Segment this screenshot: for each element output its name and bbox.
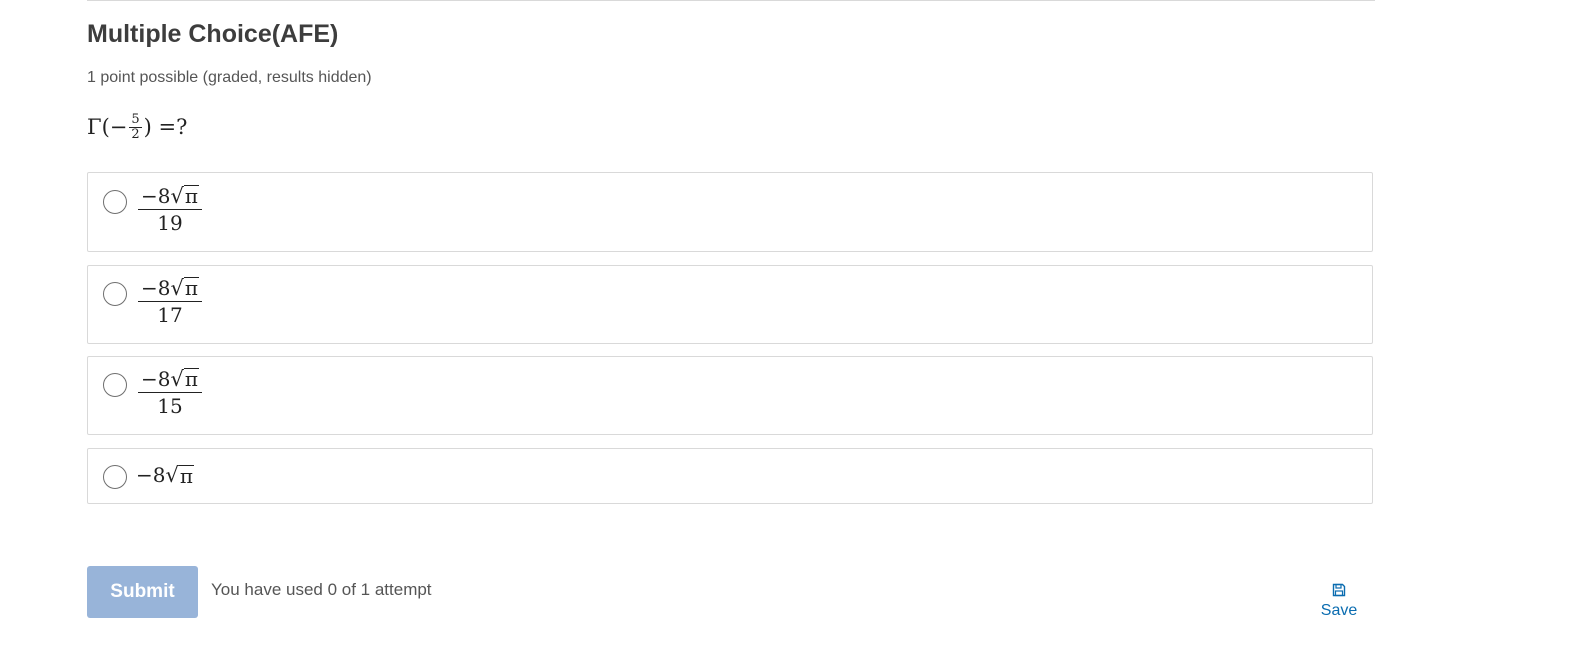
choice-coefficient: −8 xyxy=(141,367,171,391)
submit-button[interactable]: Submit xyxy=(87,566,198,618)
choice-option-1[interactable]: −8 √ π 19 xyxy=(87,172,1373,252)
choice-option-2[interactable]: −8 √ π 17 xyxy=(87,265,1373,344)
sqrt-icon: √ xyxy=(170,184,184,208)
choice-radicand: π xyxy=(183,367,200,392)
choice-label-3: −8 √ π 15 xyxy=(136,368,204,417)
choice-denominator: 17 xyxy=(157,303,183,328)
choice-label-2: −8 √ π 17 xyxy=(136,277,204,326)
question-fraction: 5 2 xyxy=(129,112,142,142)
choice-radicand: π xyxy=(178,464,195,488)
problem-title: Multiple Choice(AFE) xyxy=(87,20,339,48)
choice-label-1: −8 √ π 19 xyxy=(136,185,204,234)
question-fraction-numerator: 5 xyxy=(129,112,142,128)
question-text: Γ(− 5 2 ) =? xyxy=(87,113,187,141)
choice-option-4[interactable]: −8 √ π xyxy=(87,448,1373,504)
top-divider xyxy=(87,0,1375,1)
question-lhs: Γ(− xyxy=(87,115,128,140)
radio-button-3[interactable] xyxy=(103,373,127,397)
problem-subtitle: 1 point possible (graded, results hidden… xyxy=(87,69,372,86)
floppy-disk-icon xyxy=(1332,583,1346,597)
radio-button-4[interactable] xyxy=(103,465,127,489)
sqrt-icon: √ xyxy=(170,367,184,391)
choice-fraction-1: −8 √ π 19 xyxy=(138,184,203,236)
choice-radicand: π xyxy=(183,184,200,209)
sqrt-icon: √ xyxy=(165,463,179,487)
attempts-status: You have used 0 of 1 attempt xyxy=(211,580,432,599)
save-button[interactable]: Save xyxy=(1309,583,1369,620)
choice-radicand: π xyxy=(183,276,200,301)
radio-button-2[interactable] xyxy=(103,282,127,306)
choice-coefficient: −8 xyxy=(141,276,171,300)
choice-denominator: 19 xyxy=(157,211,183,236)
choice-label-4: −8 √ π xyxy=(136,463,195,488)
choice-fraction-2: −8 √ π 17 xyxy=(138,276,203,328)
save-label: Save xyxy=(1320,602,1358,619)
question-fraction-denominator: 2 xyxy=(131,126,140,142)
choice-denominator: 15 xyxy=(157,394,183,419)
choice-option-3[interactable]: −8 √ π 15 xyxy=(87,356,1373,435)
choice-coefficient: −8 xyxy=(136,463,166,487)
sqrt-icon: √ xyxy=(170,276,184,300)
question-rhs: ) =? xyxy=(143,115,188,140)
choice-coefficient: −8 xyxy=(141,184,171,208)
choice-fraction-3: −8 √ π 15 xyxy=(138,367,203,419)
radio-button-1[interactable] xyxy=(103,190,127,214)
